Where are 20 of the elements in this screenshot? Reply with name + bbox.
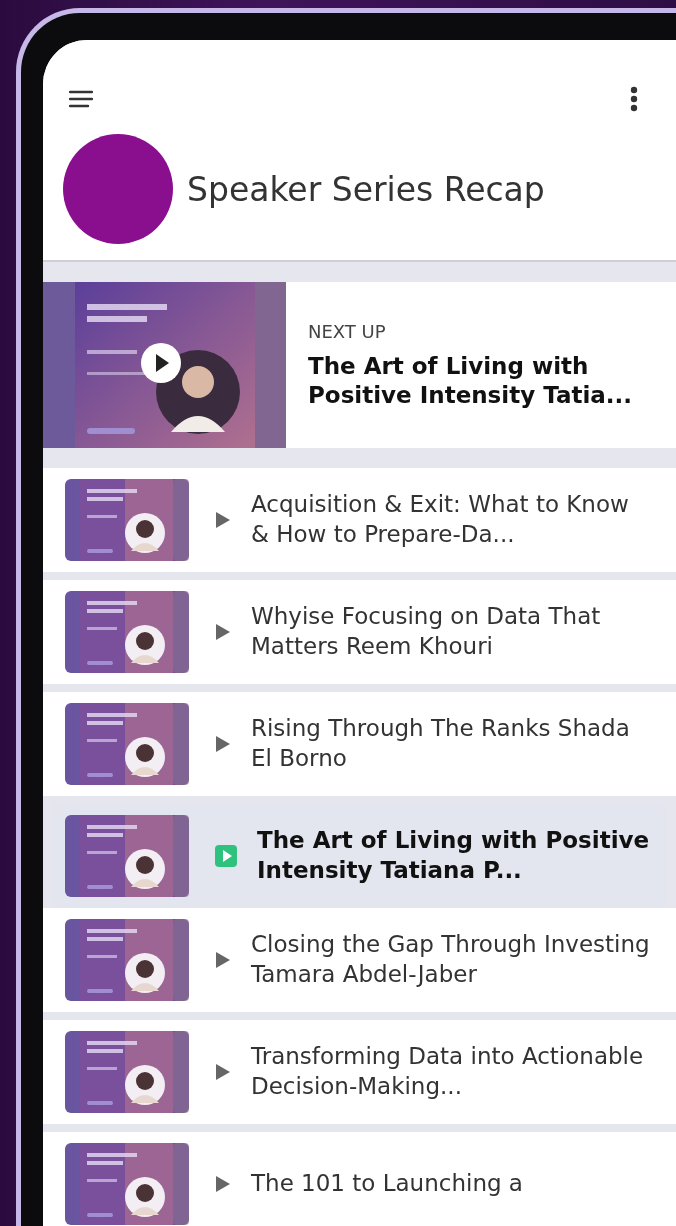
playlist-item[interactable]: Transforming Data into Actionable Decision-Making... <box>43 1020 676 1124</box>
next-up-label: NEXT UP <box>308 320 387 342</box>
more-icon[interactable] <box>630 86 638 112</box>
play-icon[interactable] <box>140 342 182 384</box>
video-title: Transforming Data into Actionable Decision-Making... <box>251 1042 645 1101</box>
video-title: Closing the Gap Through Investing Tamara Abdel-Jaber <box>251 930 651 989</box>
menu-icon[interactable] <box>69 90 93 108</box>
video-title: Rising Through The Ranks Shada El Borno <box>251 714 631 773</box>
video-title: The Art of Living with Positive Intensity Tatiana P... <box>257 826 651 885</box>
playlist-item[interactable]: Closing the Gap Through Investing Tamara Abdel-Jaber <box>43 908 676 1012</box>
video-title: Whyise Focusing on Data That Matters Reem Khouri <box>251 602 602 661</box>
next-up-card[interactable]: NEXT UP The Art of Living with Positive Intensity Tatia... <box>43 282 676 448</box>
page-title: Speaker Series Recap <box>187 169 545 209</box>
playlist-item[interactable]: Rising Through The Ranks Shada El Borno <box>43 692 676 796</box>
next-up-title: The Art of Living with Positive Intensity Tatia... <box>308 351 634 410</box>
video-title: The 101 to Launching a <box>251 1169 524 1199</box>
playlist-item[interactable]: The 101 to Launching a <box>43 1132 676 1226</box>
playlist-item[interactable]: Acquisition & Exit: What to Know & How to Prepare-Da... <box>43 468 676 572</box>
playlist-item[interactable]: Whyise Focusing on Data That Matters Reem Khouri <box>43 580 676 684</box>
video-title: Acquisition & Exit: What to Know & How to Prepare-Da... <box>251 490 630 549</box>
